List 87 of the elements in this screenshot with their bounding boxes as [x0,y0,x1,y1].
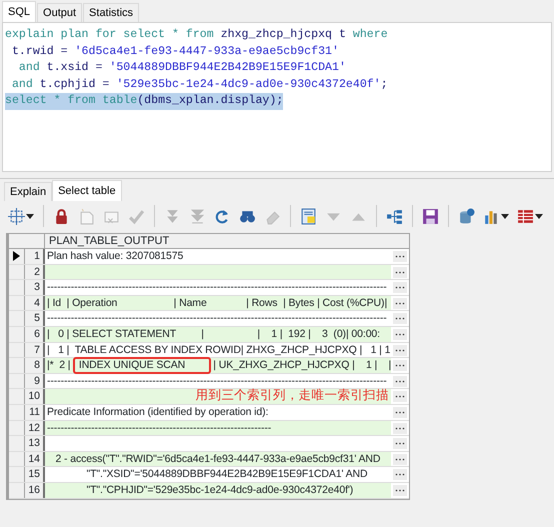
ellipsis-icon [395,442,405,446]
table-cell-text: Predicate Information (identified by operation id): [46,404,270,420]
row-number: 2 [25,264,45,280]
table-cell: | Id | Operation | Name | Rows | Bytes | Cost (%CPU)| [45,296,391,310]
more-button[interactable] [393,313,407,324]
more-button[interactable] [393,438,407,450]
more-button[interactable] [393,454,407,465]
caret-icon[interactable] [501,214,509,218]
row-number: 16 [25,482,45,498]
ellipsis-icon [395,395,405,398]
lock-icon [53,208,70,224]
fetch-last-icon [189,208,206,224]
code-line: and t.cphjid = '529e35bc-1e24-4dc9-ad0e-930c4372e40f'; [10,76,388,92]
more-button[interactable] [393,266,407,278]
table-cell-text: ---------------------------------------------------------------------------------------------------- [46,311,388,326]
sql-editor[interactable] [2,22,552,172]
row-number: 14 [25,452,45,466]
ellipsis-icon [395,473,405,476]
tab[interactable]: SQL [2,1,36,22]
table-cell-text: ---------------------------------------------------------------------------------------------------- [46,374,388,388]
ellipsis-icon [395,317,405,320]
ellipsis-icon [395,458,405,461]
tree-icon [386,208,403,224]
row-number: 6 [25,326,45,342]
tab[interactable]: Output [37,3,82,22]
more-button[interactable] [393,298,407,309]
more-button[interactable] [393,376,407,387]
table-cell-text: "T"."XSID"='5044889DBBF944E2B42B9E15E9F1CDA1' AND [85,467,368,482]
code-line: and t.xsid = '5044889DBBF944E2B42B9E15E9F1CDA1' [18,60,346,76]
ellipsis-icon [395,348,405,352]
row-number: 8 [25,358,45,373]
table-cell: "T"."CPHJID"='529e35bc-1e24-4dc9-ad0e-930c4372e40f') [45,482,391,498]
more-button[interactable] [393,344,407,356]
ellipsis-icon [395,426,405,430]
table-cell: ------------------------------------------------------------------ [45,420,391,436]
row-number: 13 [25,436,45,451]
more-button[interactable] [393,469,407,480]
caret-icon[interactable] [535,214,543,218]
table-cell-text: | 1 | TABLE ACCESS BY INDEX ROWID| ZHXG_ZHCP_HJCPXQ | 1 | 1 [46,342,391,358]
ellipsis-icon [395,255,405,258]
more-button[interactable] [393,406,407,418]
select-area-icon [8,208,25,224]
select-area-button[interactable] [6,206,36,226]
save-icon [422,208,439,224]
ellipsis-icon [395,380,405,383]
more-button[interactable] [393,282,407,294]
ellipsis-icon [395,364,405,368]
tab[interactable]: Statistics [83,3,140,22]
table-cell-text: ---------------------------------------------------------------------------------------------------- [46,280,388,295]
row-number: 4 [25,296,45,310]
tab[interactable]: Select table [52,180,122,201]
row-number: 11 [25,404,45,420]
row-number: 15 [25,467,45,482]
table-cell: |* 2 | INDEX UNIQUE SCAN | UK_ZHXG_ZHCP_HJCPXQ | 1 | | [45,358,391,373]
row-indicator[interactable] [9,249,25,264]
ellipsis-icon [395,410,405,414]
ellipsis-icon [395,286,405,290]
annotation-note: 用到三个索引列，走唯一索引扫描 [195,387,389,404]
row-number: 7 [25,342,45,358]
table-cell: 2 - access("T"."RWID"='6d5ca4e1-fe93-4447-933a-e9ae5cb9cf31' AND [45,452,391,466]
row-number: 9 [25,374,45,388]
table-cell-text: Plan hash value: 3207081575 [46,249,184,264]
row-number: 12 [25,420,45,436]
caret-icon[interactable] [26,214,34,218]
ellipsis-icon [395,488,405,492]
ellipsis-icon [395,302,405,305]
row-number: 5 [25,311,45,326]
more-button[interactable] [393,328,407,340]
more-button[interactable] [393,484,407,496]
code-line: t.rwid = '6d5ca4e1-fe93-4447-933a-e9ae5cb9cf31' [10,44,339,60]
ellipsis-icon [395,332,405,336]
more-button[interactable] [393,391,407,402]
ellipsis-icon [395,270,405,274]
tab[interactable]: Explain [4,182,52,201]
query-form-icon [300,208,317,224]
row-number: 3 [25,280,45,295]
new-record-icon [78,208,95,224]
table-cell: | 0 | SELECT STATEMENT | | 1 | 192 | 3 (0)| 00:00: [45,326,391,342]
row-number: 1 [25,249,45,264]
export-icon [458,208,475,224]
row-number: 10 [25,389,45,404]
more-button[interactable] [393,251,407,262]
code-line: explain plan for select * from zhxg_zhcp_hjcpxq t where [5,27,388,43]
check-icon [128,208,145,224]
more-button[interactable] [393,360,407,372]
more-button[interactable] [393,422,407,434]
grid-icon [517,208,534,224]
